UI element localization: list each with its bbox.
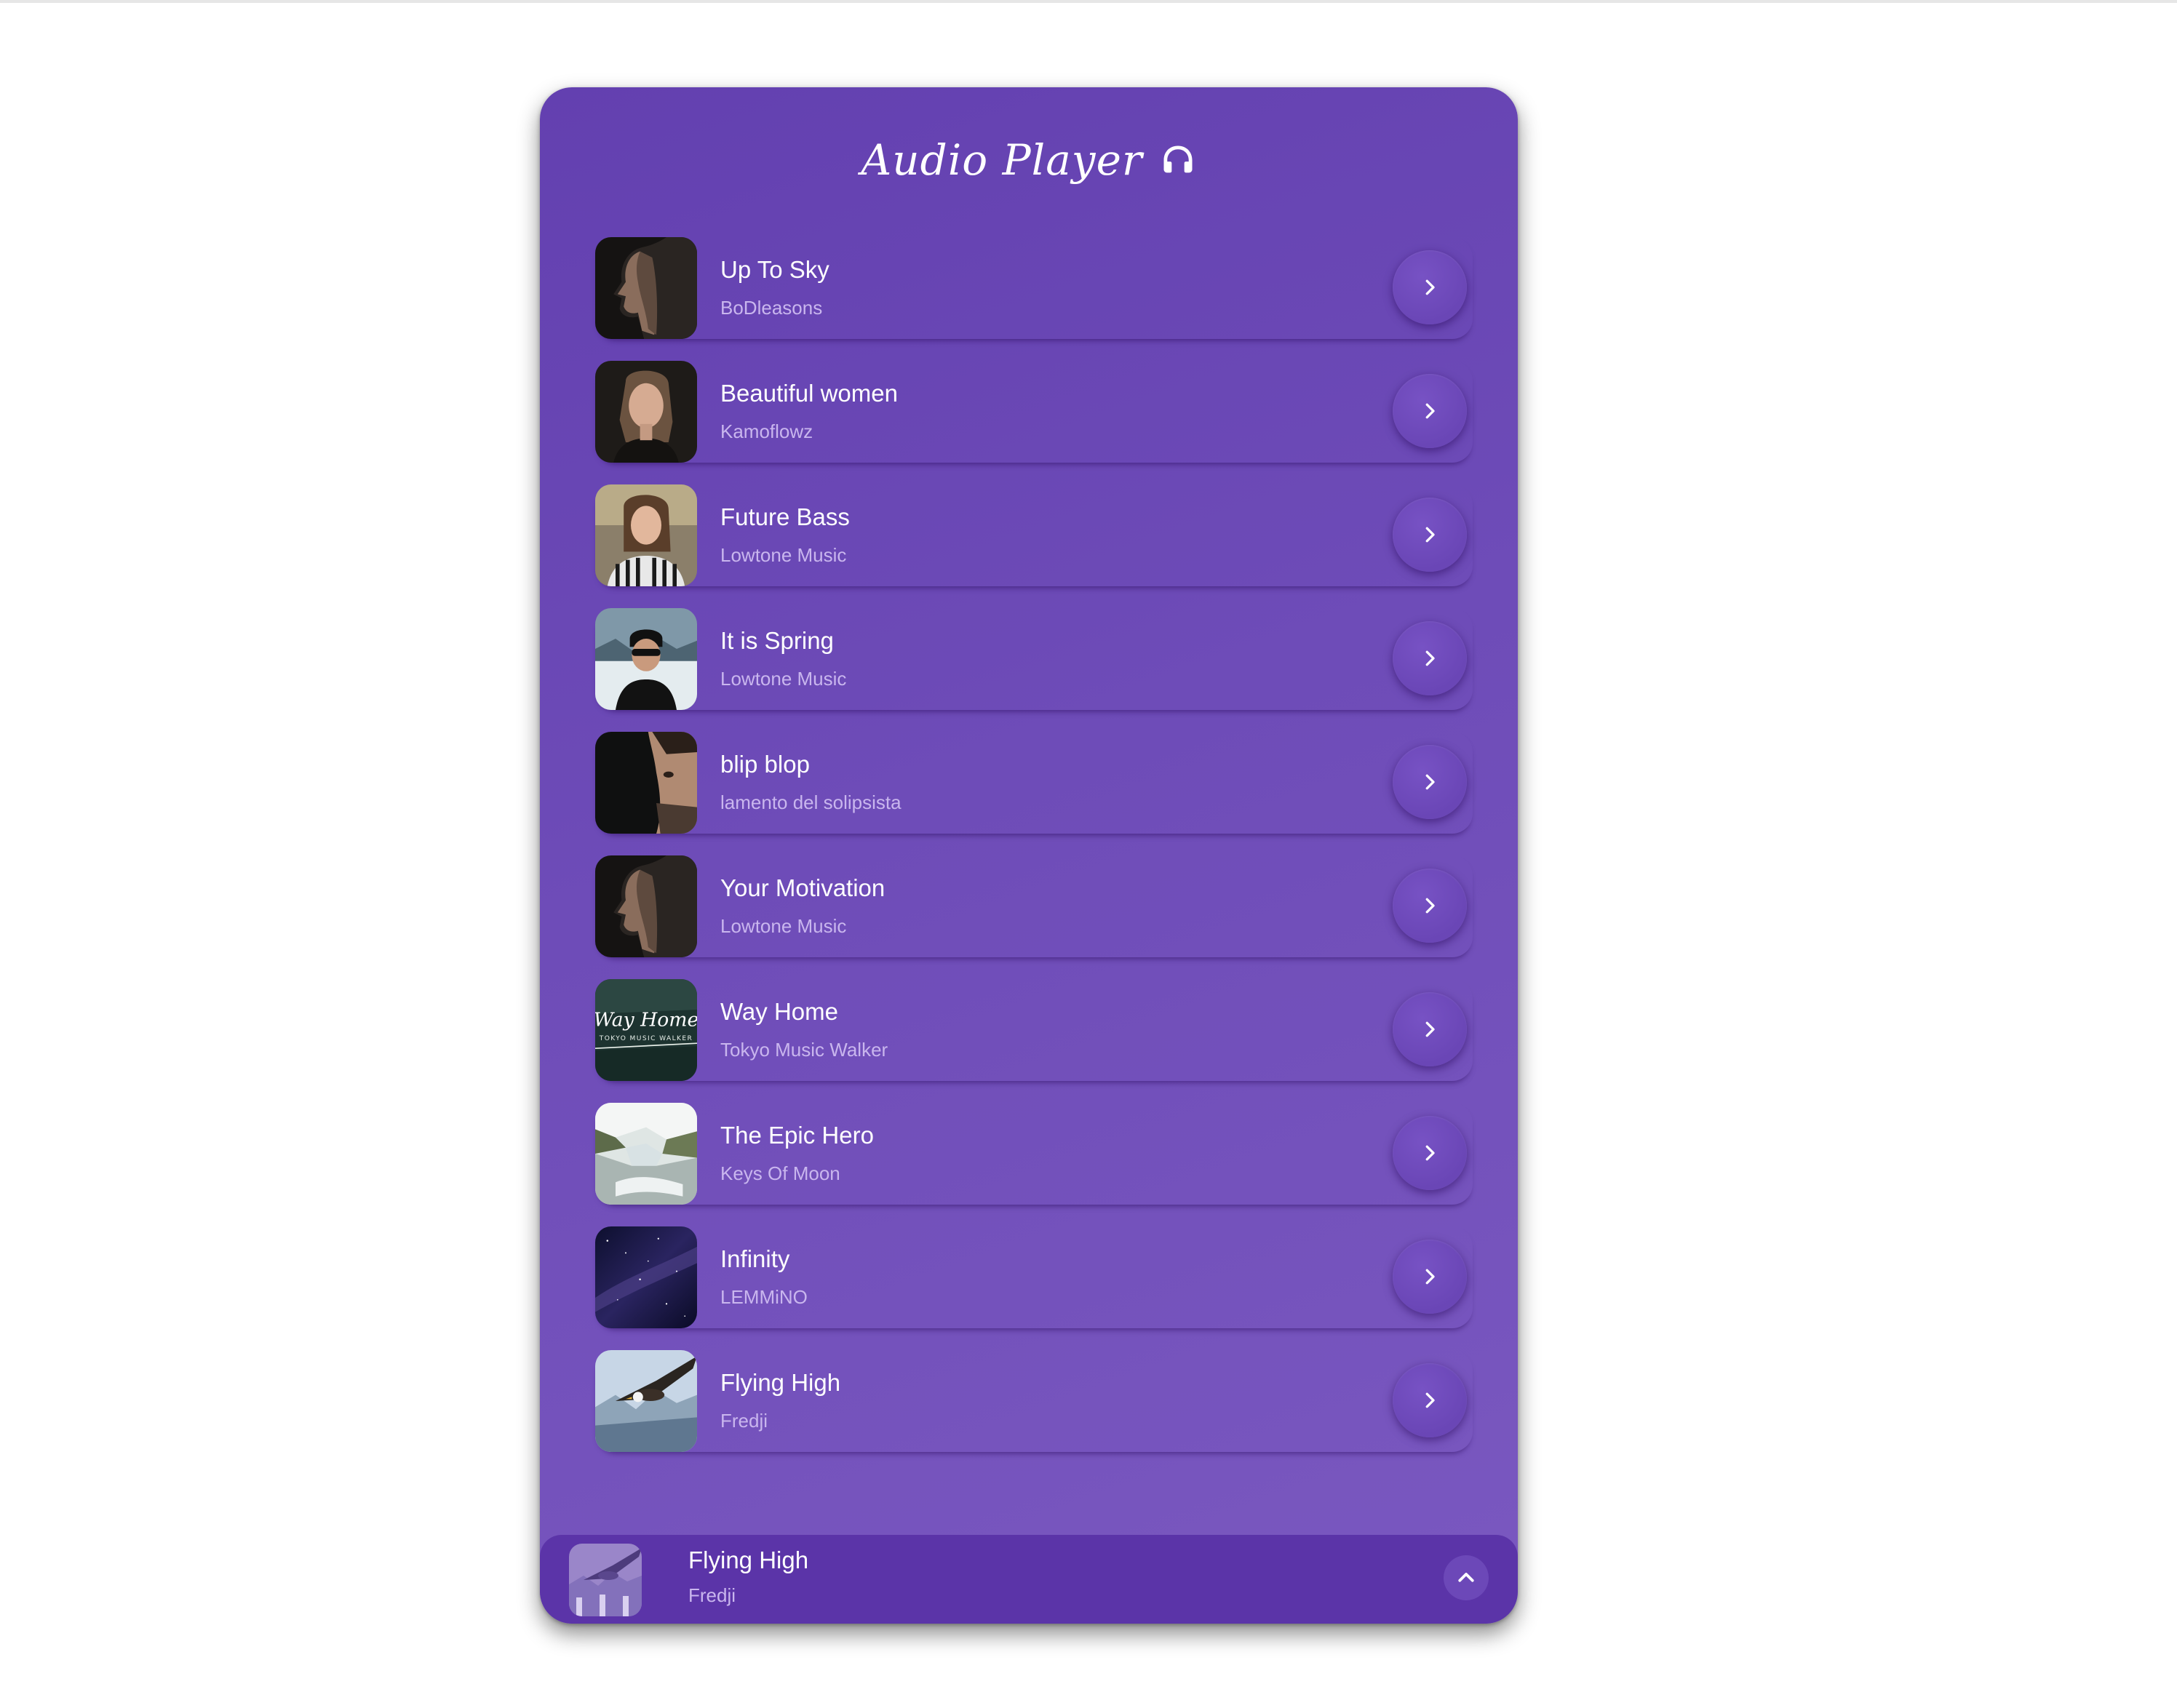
page-title: Audio Player: [861, 135, 1143, 185]
play-track-button[interactable]: [1393, 745, 1467, 819]
chevron-up-icon: [1458, 1573, 1474, 1582]
chevron-right-icon: [1425, 1269, 1435, 1285]
cover-title-text: Way Home: [595, 1008, 697, 1031]
play-track-button[interactable]: [1393, 1240, 1467, 1314]
play-track-button[interactable]: [1393, 374, 1467, 448]
track-row[interactable]: Infinity LEMMiNO: [595, 1226, 1473, 1328]
track-title: Beautiful women: [720, 380, 898, 407]
track-row[interactable]: Beautiful women Kamoflowz: [595, 361, 1473, 463]
track-artist: Tokyo Music Walker: [720, 1039, 888, 1061]
album-cover: [595, 237, 697, 339]
track-list: Up To Sky BoDleasons Beautiful women Kam…: [595, 237, 1473, 1474]
chevron-right-icon: [1425, 898, 1435, 914]
track-row[interactable]: Way Home TOKYO MUSIC WALKER Way Home Tok…: [595, 979, 1473, 1081]
track-artist: BoDleasons: [720, 297, 823, 319]
chevron-right-icon: [1425, 279, 1435, 295]
chevron-right-icon: [1425, 527, 1435, 543]
browser-top-border: [0, 0, 2177, 3]
chevron-right-icon: [1425, 1145, 1435, 1161]
album-cover: [595, 1103, 697, 1205]
track-artist: Lowtone Music: [720, 668, 847, 690]
chevron-right-icon: [1425, 403, 1435, 419]
album-cover: [595, 1226, 697, 1328]
play-track-button[interactable]: [1393, 992, 1467, 1066]
chevron-right-icon: [1425, 650, 1435, 666]
now-playing-artist: Fredji: [688, 1584, 736, 1606]
album-cover: [595, 608, 697, 710]
album-cover: [595, 484, 697, 586]
album-cover: Way Home TOKYO MUSIC WALKER: [595, 979, 697, 1081]
audio-player-panel: Audio Player Up To Sky BoDleasons Beauti…: [540, 87, 1518, 1624]
track-title: Up To Sky: [720, 256, 829, 283]
play-track-button[interactable]: [1393, 498, 1467, 572]
track-row[interactable]: blip blop lamento del solipsista: [595, 732, 1473, 834]
track-row[interactable]: The Epic Hero Keys Of Moon: [595, 1103, 1473, 1205]
cover-subtitle-text: TOKYO MUSIC WALKER: [599, 1035, 693, 1042]
album-cover: [595, 732, 697, 834]
track-artist: Fredji: [720, 1410, 768, 1432]
headphones-icon: [1159, 141, 1197, 179]
play-track-button[interactable]: [1393, 250, 1467, 324]
track-artist: Kamoflowz: [720, 420, 813, 442]
track-row[interactable]: Future Bass Lowtone Music: [595, 484, 1473, 586]
track-title: Way Home: [720, 998, 838, 1025]
play-track-button[interactable]: [1393, 621, 1467, 695]
track-artist: lamento del solipsista: [720, 791, 902, 813]
track-title: Infinity: [720, 1245, 790, 1272]
chevron-right-icon: [1425, 774, 1435, 790]
track-artist: LEMMiNO: [720, 1286, 808, 1308]
album-cover: [595, 855, 697, 957]
track-row[interactable]: Up To Sky BoDleasons: [595, 237, 1473, 339]
expand-player-button[interactable]: [1444, 1555, 1489, 1600]
track-title: blip blop: [720, 751, 810, 778]
track-artist: Lowtone Music: [720, 544, 847, 566]
chevron-right-icon: [1425, 1392, 1435, 1408]
track-title: It is Spring: [720, 627, 834, 654]
track-title: Future Bass: [720, 503, 850, 530]
track-title: Flying High: [720, 1369, 841, 1396]
play-track-button[interactable]: [1393, 1363, 1467, 1437]
track-row[interactable]: Your Motivation Lowtone Music: [595, 855, 1473, 957]
album-cover: [595, 1350, 697, 1452]
track-artist: Lowtone Music: [720, 915, 847, 937]
track-title: The Epic Hero: [720, 1122, 874, 1149]
track-artist: Keys Of Moon: [720, 1162, 840, 1184]
now-playing-title: Flying High: [688, 1547, 809, 1573]
player-header: Audio Player: [540, 116, 1518, 204]
album-cover: [595, 361, 697, 463]
track-row[interactable]: It is Spring Lowtone Music: [595, 608, 1473, 710]
play-track-button[interactable]: [1393, 869, 1467, 943]
chevron-right-icon: [1425, 1021, 1435, 1037]
track-row[interactable]: Flying High Fredji: [595, 1350, 1473, 1452]
now-playing-bar[interactable]: Flying High Fredji: [540, 1535, 1518, 1624]
play-track-button[interactable]: [1393, 1116, 1467, 1190]
track-title: Your Motivation: [720, 874, 885, 901]
now-playing-cover: [569, 1544, 642, 1616]
